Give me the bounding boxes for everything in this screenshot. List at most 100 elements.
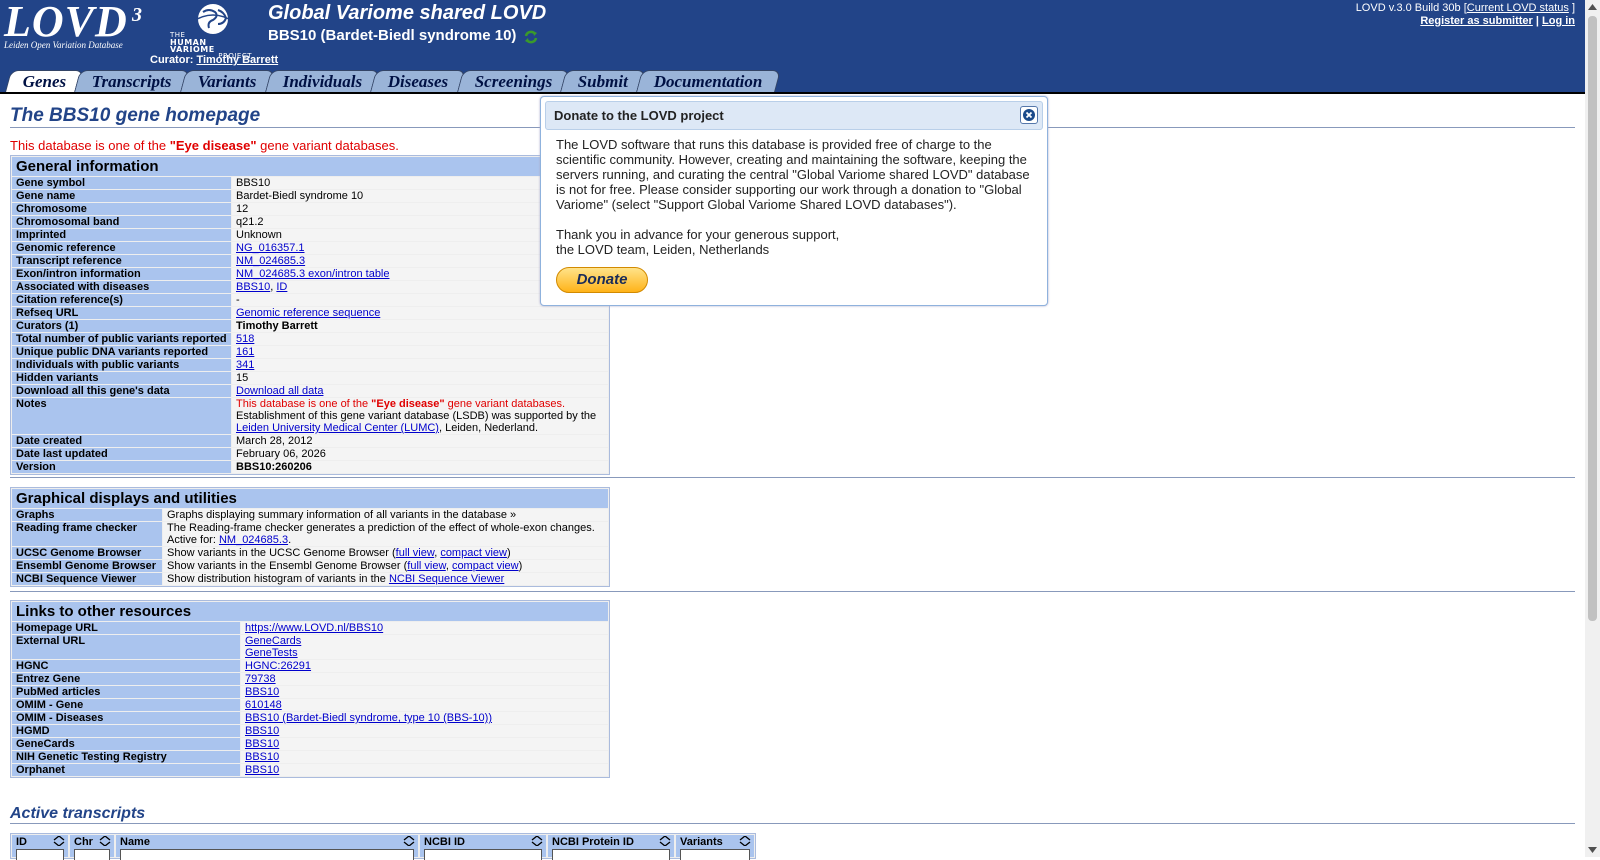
tab-documentation[interactable]: Documentation bbox=[636, 70, 781, 92]
table-row: Date created March 28, 2012 bbox=[12, 435, 608, 447]
genecards-link[interactable]: BBS10 bbox=[245, 738, 279, 750]
disease-link-id[interactable]: ID bbox=[276, 281, 287, 293]
page-scrollbar[interactable] bbox=[1585, 0, 1600, 857]
row-label: OMIM - Diseases bbox=[12, 712, 240, 724]
unique-variants-link[interactable]: 161 bbox=[236, 346, 254, 358]
table-row: Imprinted Unknown bbox=[12, 229, 608, 241]
table-row: UCSC Genome Browser Show variants in the… bbox=[12, 547, 608, 559]
donate-button[interactable]: Donate bbox=[556, 267, 648, 293]
tab-individuals[interactable]: Individuals bbox=[264, 70, 381, 92]
section-title: Graphical displays and utilities bbox=[12, 489, 608, 508]
tab-label: Variants bbox=[197, 71, 257, 91]
omim-gene-link[interactable]: 610148 bbox=[245, 699, 282, 711]
row-label: Total number of public variants reported bbox=[12, 333, 231, 345]
table-row: Transcript reference NM_024685.3 bbox=[12, 255, 608, 267]
hgnc-link[interactable]: HGNC:26291 bbox=[245, 660, 311, 672]
transcript-ref-link[interactable]: NM_024685.3 bbox=[236, 255, 305, 267]
dialog-titlebar[interactable]: Donate to the LOVD project bbox=[545, 101, 1043, 130]
gene-title: BBS10 (Bardet-Biedl syndrome 10) bbox=[268, 27, 517, 44]
header-bar: LOVD 3 Leiden Open Variation Database TH… bbox=[0, 0, 1585, 93]
column-name[interactable]: Name bbox=[116, 835, 418, 860]
ncbi-viewer-link[interactable]: NCBI Sequence Viewer bbox=[389, 573, 504, 585]
filter-input[interactable] bbox=[120, 849, 414, 860]
exon-intron-link[interactable]: NM_024685.3 exon/intron table bbox=[236, 268, 390, 280]
sort-icon bbox=[53, 836, 65, 846]
column-ncbi-protein-id[interactable]: NCBI Protein ID bbox=[548, 835, 674, 860]
lovd-logo[interactable]: LOVD 3 Leiden Open Variation Database bbox=[4, 0, 144, 50]
column-variants[interactable]: Variants bbox=[676, 835, 754, 860]
table-row: External URL GeneCards GeneTests bbox=[12, 635, 608, 659]
notes-bold: "Eye disease" bbox=[371, 398, 445, 410]
ucsc-compact-view-link[interactable]: compact view bbox=[440, 547, 507, 559]
graphs-link[interactable]: Graphs displaying summary information of… bbox=[163, 509, 608, 521]
tab-genes[interactable]: Genes bbox=[5, 70, 85, 92]
reading-frame-link[interactable]: NM_024685.3 bbox=[219, 534, 288, 546]
login-link[interactable]: Log in bbox=[1542, 15, 1575, 27]
ensembl-compact-view-link[interactable]: compact view bbox=[452, 560, 519, 572]
nih-link[interactable]: BBS10 bbox=[245, 751, 279, 763]
tab-submit[interactable]: Submit bbox=[560, 70, 647, 92]
curator-link[interactable]: Timothy Barrett bbox=[196, 54, 278, 66]
links-table: Links to other resources Homepage URL htt… bbox=[10, 600, 610, 778]
table-row: Unique public DNA variants reported 161 bbox=[12, 346, 608, 358]
hvp-line-2: HUMAN VARIOME bbox=[170, 38, 215, 54]
human-variome-logo[interactable]: THE HUMAN VARIOME PROJECT bbox=[168, 2, 252, 60]
lumc-link[interactable]: Leiden University Medical Center (LUMC) bbox=[236, 422, 439, 434]
row-label: Orphanet bbox=[12, 764, 240, 776]
row-label: Unique public DNA variants reported bbox=[12, 346, 231, 358]
column-id[interactable]: ID bbox=[12, 835, 68, 860]
intro-prefix: This database is one of the bbox=[10, 138, 170, 153]
tab-screenings[interactable]: Screenings bbox=[456, 70, 570, 92]
orphanet-link[interactable]: BBS10 bbox=[245, 764, 279, 776]
refresh-icon[interactable] bbox=[522, 28, 540, 46]
omim-diseases-link[interactable]: BBS10 (Bardet-Biedl syndrome, type 10 (B… bbox=[245, 712, 492, 724]
current-status-link[interactable]: Current LOVD status bbox=[1467, 2, 1569, 14]
table-row: NCBI Sequence Viewer Show distribution h… bbox=[12, 573, 608, 585]
close-button[interactable] bbox=[1020, 106, 1038, 124]
scroll-down-icon[interactable] bbox=[1588, 846, 1597, 854]
row-value: February 06, 2026 bbox=[232, 448, 608, 460]
filter-input[interactable] bbox=[552, 849, 670, 860]
version-text: LOVD v.3.0 Build 30b [ bbox=[1355, 2, 1467, 14]
column-ncbi-id[interactable]: NCBI ID bbox=[420, 835, 546, 860]
tab-label: Transcripts bbox=[92, 71, 172, 91]
filter-input[interactable] bbox=[424, 849, 542, 860]
column-label: ID bbox=[16, 836, 27, 848]
tab-variants[interactable]: Variants bbox=[180, 70, 275, 92]
scroll-up-icon[interactable] bbox=[1588, 3, 1597, 11]
row-value: 15 bbox=[232, 372, 608, 384]
globe-icon bbox=[191, 4, 235, 34]
row-label: Reading frame checker bbox=[12, 522, 162, 546]
tab-label: Genes bbox=[22, 71, 67, 91]
entrez-link[interactable]: 79738 bbox=[245, 673, 276, 685]
row-label: External URL bbox=[12, 635, 240, 659]
genecards-external-link[interactable]: GeneCards bbox=[245, 635, 301, 647]
ucsc-full-view-link[interactable]: full view bbox=[396, 547, 435, 559]
column-chr[interactable]: Chr bbox=[70, 835, 114, 860]
tab-label: Documentation bbox=[653, 71, 763, 91]
register-link[interactable]: Register as submitter bbox=[1420, 15, 1532, 27]
download-link[interactable]: Download all data bbox=[236, 385, 323, 397]
ncbi-prefix: Show distribution histogram of variants … bbox=[167, 573, 389, 585]
ensembl-full-view-link[interactable]: full view bbox=[407, 560, 446, 572]
dialog-signature-line: the LOVD team, Leiden, Netherlands bbox=[556, 242, 770, 257]
genetests-link[interactable]: GeneTests bbox=[245, 647, 298, 659]
pubmed-link[interactable]: BBS10 bbox=[245, 686, 279, 698]
table-row: Citation reference(s) - bbox=[12, 294, 608, 306]
filter-input[interactable] bbox=[680, 849, 750, 860]
refseq-link[interactable]: Genomic reference sequence bbox=[236, 307, 380, 319]
scroll-thumb[interactable] bbox=[1588, 16, 1597, 621]
filter-input[interactable] bbox=[74, 849, 110, 860]
homepage-link[interactable]: https://www.LOVD.nl/BBS10 bbox=[245, 622, 383, 634]
filter-input[interactable] bbox=[16, 849, 64, 860]
hgmd-link[interactable]: BBS10 bbox=[245, 725, 279, 737]
disease-link-bbs10[interactable]: BBS10 bbox=[236, 281, 270, 293]
notes-suffix: gene variant databases. bbox=[444, 398, 566, 410]
table-row: Version BBS10:260206 bbox=[12, 461, 608, 473]
tab-diseases[interactable]: Diseases bbox=[370, 70, 467, 92]
genomic-ref-link[interactable]: NG_016357.1 bbox=[236, 242, 305, 254]
tab-transcripts[interactable]: Transcripts bbox=[74, 70, 191, 92]
total-variants-link[interactable]: 518 bbox=[236, 333, 254, 345]
individuals-link[interactable]: 341 bbox=[236, 359, 254, 371]
table-row: HGNC HGNC:26291 bbox=[12, 660, 608, 672]
